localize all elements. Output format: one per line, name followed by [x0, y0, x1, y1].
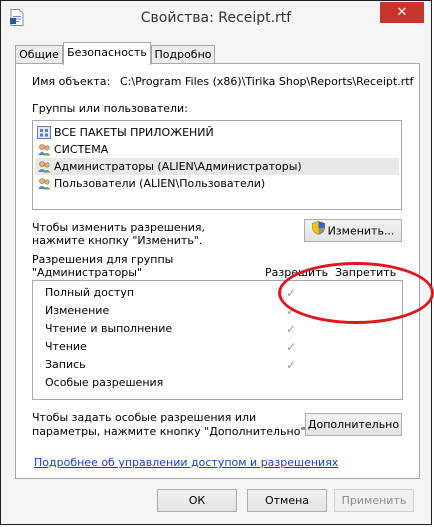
- permission-name: Изменение: [45, 304, 110, 317]
- allow-column-header: Разрешить: [265, 266, 329, 279]
- allow-check-icon: ✓: [286, 340, 297, 354]
- uac-shield-icon: [311, 220, 325, 242]
- list-item-administrators[interactable]: Администраторы (ALIEN\Администраторы): [35, 158, 399, 175]
- permission-name: Особые разрешения: [45, 376, 164, 389]
- permission-row-read: Чтение: [45, 338, 87, 356]
- list-item-app-packages[interactable]: ВСЕ ПАКЕТЫ ПРИЛОЖЕНИЙ: [35, 124, 399, 141]
- advanced-button[interactable]: Дополнительно: [305, 413, 402, 436]
- ok-button[interactable]: ОК: [157, 489, 237, 512]
- change-button[interactable]: Изменить...: [304, 219, 402, 242]
- permission-name: Запись: [45, 358, 86, 371]
- tab-general[interactable]: Общие: [15, 45, 63, 64]
- permission-row-full-control: Полный доступ: [45, 284, 134, 302]
- groups-listbox[interactable]: ВСЕ ПАКЕТЫ ПРИЛОЖЕНИЙ СИСТЕМА Администра…: [32, 120, 402, 210]
- users-icon: [37, 160, 51, 173]
- tab-security[interactable]: Безопасность: [63, 42, 151, 65]
- allow-check-icon: ✓: [286, 358, 297, 372]
- object-name-label: Имя объекта:: [32, 75, 111, 88]
- allow-check-icon: ✓: [286, 322, 297, 336]
- permission-row-special: Особые разрешения: [45, 374, 163, 392]
- list-item-label: Пользователи (ALIEN\Пользователи): [54, 177, 266, 190]
- list-item-label: СИСТЕМА: [54, 143, 109, 156]
- allow-check-icon: ✓: [286, 304, 297, 318]
- object-name-value: C:\Program Files (x86)\Tirika Shop\Repor…: [120, 75, 414, 88]
- deny-column-header: Запретить: [335, 266, 397, 279]
- list-item-system[interactable]: СИСТЕМА: [35, 141, 399, 158]
- properties-window: Свойства: Receipt.rtf ✕ Общие Безопаснос…: [0, 0, 434, 525]
- help-link[interactable]: Подробнее об управлении доступом и разре…: [34, 456, 338, 469]
- users-icon: [37, 143, 51, 156]
- permissions-label-line2: "Администраторы": [32, 266, 143, 279]
- security-panel: Имя объекта: C:\Program Files (x86)\Tiri…: [15, 63, 434, 479]
- permission-name: Чтение и выполнение: [45, 322, 173, 335]
- cancel-button[interactable]: Отмена: [247, 489, 327, 512]
- advanced-hint-line1: Чтобы задать особые разрешения или: [32, 411, 257, 424]
- list-item-label: ВСЕ ПАКЕТЫ ПРИЛОЖЕНИЙ: [54, 126, 214, 139]
- permissions-label-line1: Разрешения для группы: [32, 253, 174, 266]
- permission-row-write: Запись: [45, 356, 86, 374]
- change-button-label: Изменить...: [327, 224, 395, 238]
- advanced-hint-line2: параметры, нажмите кнопку "Дополнительно…: [32, 425, 310, 438]
- groups-label: Группы или пользователи:: [32, 102, 188, 115]
- tab-details[interactable]: Подробно: [151, 45, 215, 64]
- allow-check-icon: ✓: [286, 286, 297, 300]
- list-item-label: Администраторы (ALIEN\Администраторы): [54, 160, 302, 173]
- users-icon: [37, 177, 51, 190]
- change-hint-line2: нажмите кнопку "Изменить".: [32, 234, 203, 247]
- permission-row-read-execute: Чтение и выполнение: [45, 320, 172, 338]
- change-hint-line1: Чтобы изменить разрешения,: [32, 221, 206, 234]
- window-title: Свойства: Receipt.rtf: [140, 10, 292, 26]
- close-button[interactable]: ✕: [380, 2, 424, 23]
- permission-name: Полный доступ: [45, 286, 135, 299]
- title-bar[interactable]: Свойства: Receipt.rtf ✕: [1, 1, 431, 37]
- app-packages-icon: [37, 126, 51, 139]
- permission-row-modify: Изменение: [45, 302, 109, 320]
- apply-button[interactable]: Применить: [334, 489, 414, 512]
- list-item-users[interactable]: Пользователи (ALIEN\Пользователи): [35, 175, 399, 192]
- permissions-list[interactable]: Полный доступ ✓ Изменение ✓ Чтение и вып…: [32, 280, 403, 400]
- permission-name: Чтение: [45, 340, 87, 353]
